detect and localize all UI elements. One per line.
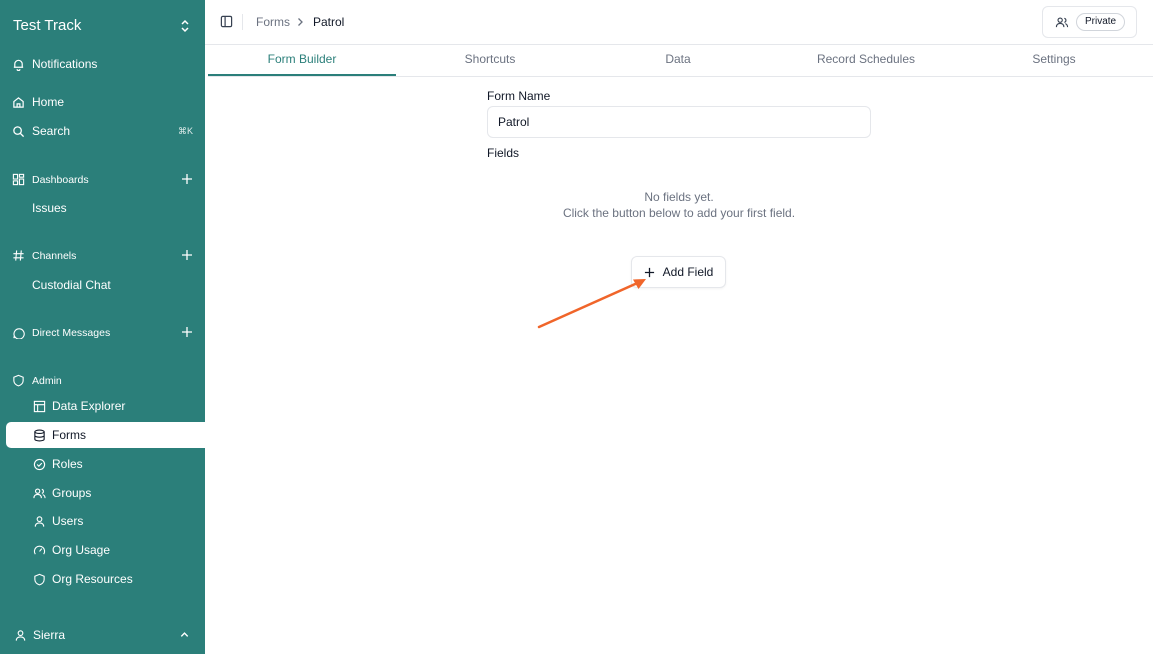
sidebar-item-groups[interactable]: Groups [33,486,91,500]
annotation-arrow [537,279,646,329]
dashboard-icon [12,173,25,186]
bell-icon [13,59,24,71]
tab-settings[interactable]: Settings [960,45,1148,76]
user-name: Sierra [33,628,66,642]
chevron-up-icon[interactable] [179,629,190,640]
sidebar: Test Track Notifications Home Search ⌘K … [0,0,205,654]
breadcrumb-forms[interactable]: Forms [256,15,290,29]
sidebar-item-org-resources[interactable]: Org Resources [33,572,133,586]
gauge-icon [33,545,46,555]
sidebar-item-data-explorer[interactable]: Data Explorer [33,399,125,413]
sidebar-item-label: Notifications [32,57,98,71]
shield-icon [13,374,24,387]
shield-icon [34,573,45,585]
breadcrumb-current: Patrol [313,15,345,29]
sidebar-section-label: Direct Messages [32,326,111,339]
user-icon [15,629,26,641]
sidebar-item-org-usage[interactable]: Org Usage [33,543,110,557]
users-icon [1055,17,1069,28]
hash-icon [13,250,24,261]
empty-state-hint: Click the button below to add your first… [562,206,796,220]
tab-shortcuts[interactable]: Shortcuts [396,45,584,76]
top-bar: Forms Patrol Private [205,0,1153,45]
sidebar-item-roles[interactable]: Roles [33,457,83,471]
sidebar-item-forms[interactable]: Forms [33,428,86,442]
workspace-name[interactable]: Test Track [13,17,81,34]
users-icon [33,487,46,498]
sidebar-item-search[interactable]: Search [12,124,70,138]
add-field-label: Add Field [662,265,714,279]
sidebar-section-direct-messages[interactable]: Direct Messages [12,326,110,339]
sidebar-item-home[interactable]: Home [12,95,64,109]
tab-form-builder[interactable]: Form Builder [208,45,396,76]
visibility-badge: Private [1076,13,1126,31]
sidebar-item-label: Search [32,124,71,138]
user-icon [34,515,45,527]
sidebar-section-label: Channels [32,249,77,262]
add-dashboard-icon[interactable] [181,173,193,185]
tab-bar: Form Builder Shortcuts Data Record Sched… [208,45,1153,77]
sidebar-item-custodial-chat[interactable]: Custodial Chat [32,278,111,292]
user-menu[interactable]: Sierra [14,628,65,642]
sidebar-section-admin[interactable]: Admin [12,374,62,387]
sidebar-item-label: Home [32,95,65,109]
check-circle-icon [33,458,46,470]
home-icon [13,96,24,108]
chevron-right-icon [298,18,303,26]
divider [242,14,243,30]
tab-record-schedules[interactable]: Record Schedules [772,45,960,76]
message-circle-icon [13,328,25,339]
sidebar-section-label: Admin [32,374,62,387]
visibility-button[interactable]: Private [1042,6,1137,38]
sidebar-section-channels[interactable]: Channels [12,249,76,262]
sidebar-section-label: Dashboards [32,173,89,186]
fields-label: Fields [487,146,520,160]
sidebar-item-users[interactable]: Users [33,514,83,528]
tab-data[interactable]: Data [584,45,772,76]
chevron-updown-icon[interactable] [179,18,191,34]
search-icon [13,125,25,137]
table-icon [33,400,46,412]
sidebar-toggle-icon[interactable] [220,15,233,28]
sidebar-item-notifications[interactable]: Notifications [12,57,97,71]
sidebar-item-issues[interactable]: Issues [32,201,67,215]
add-channel-icon[interactable] [181,249,193,261]
empty-state-title: No fields yet. [644,190,714,204]
add-message-icon[interactable] [181,326,193,338]
database-icon [34,429,45,441]
search-shortcut: ⌘K [178,126,194,136]
form-name-label: Form Name [487,89,551,103]
sidebar-section-dashboards[interactable]: Dashboards [12,173,89,186]
form-name-input[interactable] [487,106,871,138]
